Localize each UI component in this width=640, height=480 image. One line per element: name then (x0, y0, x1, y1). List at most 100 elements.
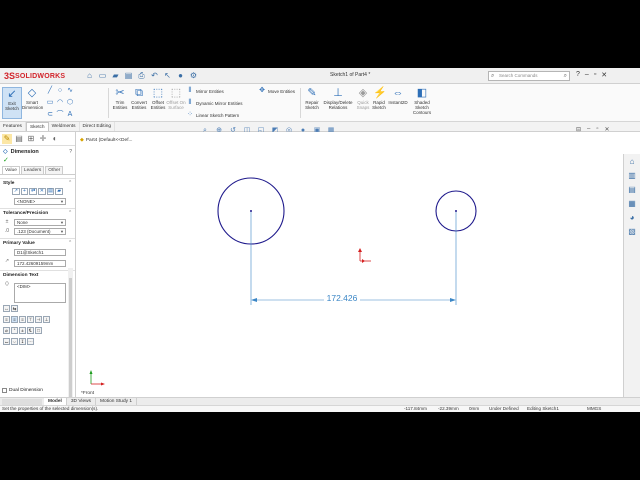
collapse-icon[interactable]: ⌃ (68, 211, 72, 216)
close-icon[interactable]: ✕ (601, 71, 607, 79)
dual-dimension-option[interactable]: Dual Dimension (2, 388, 43, 393)
text-icon[interactable]: A (66, 111, 74, 119)
tab-3d-views[interactable]: 3D Views (67, 398, 97, 405)
tab-other[interactable]: Other (45, 166, 64, 174)
exit-sketch-button[interactable]: ↙ Exit Sketch (2, 87, 22, 119)
arc-icon[interactable]: ◠ (56, 99, 64, 107)
diameter-symbol-icon[interactable]: ⌀ (3, 327, 10, 334)
circle-center-left[interactable] (250, 210, 252, 212)
sketch-origin[interactable] (358, 248, 371, 263)
property-manager-icon[interactable]: ▤ (14, 134, 24, 144)
solidworks-logo[interactable]: 3S SOLIDWORKS (4, 71, 65, 81)
display-delete-relations-button[interactable]: ⊥ Display/Delete Relations (322, 87, 354, 110)
file-explorer-icon[interactable]: ▤ (626, 184, 639, 196)
traffic-light-icon[interactable]: ● (175, 70, 186, 81)
offset-on-surface-button[interactable]: ⬚ Offset On Surface (166, 87, 186, 110)
tab-features[interactable]: Features (0, 122, 26, 131)
spline-icon[interactable]: ∿ (66, 87, 74, 95)
precision-select[interactable]: .123 (Document) ▼ (14, 228, 66, 235)
dimxpert-icon[interactable]: ✛ (38, 134, 48, 144)
help-button[interactable]: ? (69, 149, 72, 155)
square-symbol-icon[interactable]: □ (35, 327, 42, 334)
instant2d-button[interactable]: ⇔ Instant2D (387, 87, 409, 105)
select-icon[interactable]: ↖ (162, 70, 173, 81)
minimize-icon[interactable]: – (585, 71, 589, 79)
load-style-icon[interactable]: ▰ (55, 188, 64, 195)
graphics-area[interactable]: 172.426 (77, 132, 621, 398)
plus-minus-symbol-icon[interactable]: ± (19, 327, 26, 334)
tab-motion-study[interactable]: Motion Study 1 (96, 398, 138, 405)
more-symbols-icon[interactable]: ⋯ (27, 338, 34, 345)
tab-leaders[interactable]: Leaders (20, 166, 45, 174)
circle-center-right[interactable] (455, 210, 457, 212)
convert-entities-button[interactable]: ⧉ Convert Entities (129, 87, 149, 110)
dual-dimension-checkbox[interactable] (2, 388, 7, 393)
search-dropdown-icon[interactable]: ⌕ (564, 72, 567, 80)
save-style-icon[interactable]: ▤ (46, 188, 55, 195)
offset-entities-button[interactable]: ⬚ Offset Entities (148, 87, 168, 110)
tab-scroll-buttons[interactable] (2, 398, 42, 405)
align-right-icon[interactable]: ≡ (19, 316, 26, 323)
tab-model[interactable]: Model (44, 398, 67, 405)
update-style-icon[interactable]: ⇄ (29, 188, 38, 195)
style-header[interactable]: Style ⌃ (0, 179, 75, 187)
primary-value-header[interactable]: Primary Value ⌃ (0, 239, 75, 247)
rectangle-icon[interactable]: ▭ (46, 99, 54, 107)
linear-pattern-button[interactable]: ⁘ Linear Sketch Pattern (186, 111, 239, 119)
dimension-text-field[interactable]: <DIM> (14, 283, 66, 303)
feature-tree-breadcrumb[interactable]: ◆ Part4 (Default<<Def... (80, 137, 133, 143)
centerline-symbol-icon[interactable]: ℄ (27, 327, 34, 334)
repair-sketch-button[interactable]: ✎ Repair Sketch (302, 87, 322, 110)
justify-icon[interactable]: ⇆ (11, 305, 18, 312)
design-library-icon[interactable]: ▥ (626, 170, 639, 182)
move-entities-button[interactable]: ✥ Move Entities (258, 87, 295, 95)
apply-default-style-icon[interactable]: ↗ (12, 188, 20, 195)
degree-symbol-icon[interactable]: ° (11, 327, 18, 334)
appearances-icon[interactable]: ◕ (626, 212, 639, 224)
options-icon[interactable]: ⚙ (188, 70, 199, 81)
panel-scrollbar[interactable] (68, 268, 73, 412)
help-icon[interactable]: ? (576, 71, 580, 79)
collapse-icon[interactable]: ⌃ (68, 181, 72, 186)
align-center-icon[interactable]: ≡ (11, 316, 18, 323)
dimension-name-field[interactable]: D1@Sketch1 (14, 249, 66, 256)
configuration-manager-icon[interactable]: ⊞ (26, 134, 36, 144)
new-document-icon[interactable]: ▭ (97, 70, 108, 81)
restore-icon[interactable]: ▫ (594, 71, 596, 79)
shaded-contours-button[interactable]: ◧ Shaded Sketch Contours (410, 87, 434, 115)
smart-dimension-button[interactable]: ◇ Smart Dimension (22, 87, 43, 110)
counterbore-symbol-icon[interactable]: ⌴ (3, 338, 10, 345)
sketch-canvas[interactable]: 172.426 (77, 132, 621, 398)
dynamic-mirror-button[interactable]: ⫴ Dynamic Mirror Entities (186, 99, 243, 107)
leader-icon[interactable]: ↔ (3, 305, 10, 312)
ok-button[interactable]: ✓ (0, 157, 75, 166)
polygon-icon[interactable]: ⬡ (66, 99, 74, 107)
search-commands-box[interactable]: ⌕ Search Commands ⌕ (488, 71, 570, 81)
print-icon[interactable]: ⎙ (136, 70, 147, 81)
align-top-icon[interactable]: ⊤ (27, 316, 34, 323)
custom-properties-icon[interactable]: ▧ (626, 226, 639, 238)
collapse-icon[interactable]: ⌃ (68, 241, 72, 246)
display-manager-icon[interactable]: ◐ (50, 134, 60, 144)
countersink-symbol-icon[interactable]: ⌵ (11, 338, 18, 345)
align-bottom-icon[interactable]: ⊥ (43, 316, 50, 323)
line-icon[interactable]: ╱ (46, 87, 54, 95)
mirror-entities-button[interactable]: ⫴ Mirror Entities (186, 87, 224, 95)
style-select[interactable]: <NONE> ▼ (14, 198, 66, 205)
open-icon[interactable]: ▰ (110, 70, 121, 81)
tolerance-header[interactable]: Tolerance/Precision ⌃ (0, 209, 75, 217)
view-palette-icon[interactable]: ▦ (626, 198, 639, 210)
trim-entities-button[interactable]: ✂ Trim Entities (110, 87, 130, 110)
fillet-icon[interactable]: ⌒ (56, 111, 64, 119)
rapid-sketch-button[interactable]: ⚡ Rapid Sketch (369, 87, 389, 110)
scroll-thumb[interactable] (69, 278, 72, 412)
feature-manager-icon[interactable]: ✎ (2, 134, 12, 144)
dimension-value-field[interactable]: 172.42609159mm (14, 260, 66, 267)
tab-direct-editing[interactable]: Direct Editing (80, 122, 116, 131)
dimension-value-label[interactable]: 172.426 (327, 293, 358, 303)
align-middle-icon[interactable]: ⊣ (35, 316, 42, 323)
delete-style-icon[interactable]: ✕ (38, 188, 46, 195)
undo-icon[interactable]: ↶ (149, 70, 160, 81)
tab-sketch[interactable]: Sketch (25, 122, 49, 131)
solidworks-resources-icon[interactable]: ⌂ (626, 156, 639, 168)
